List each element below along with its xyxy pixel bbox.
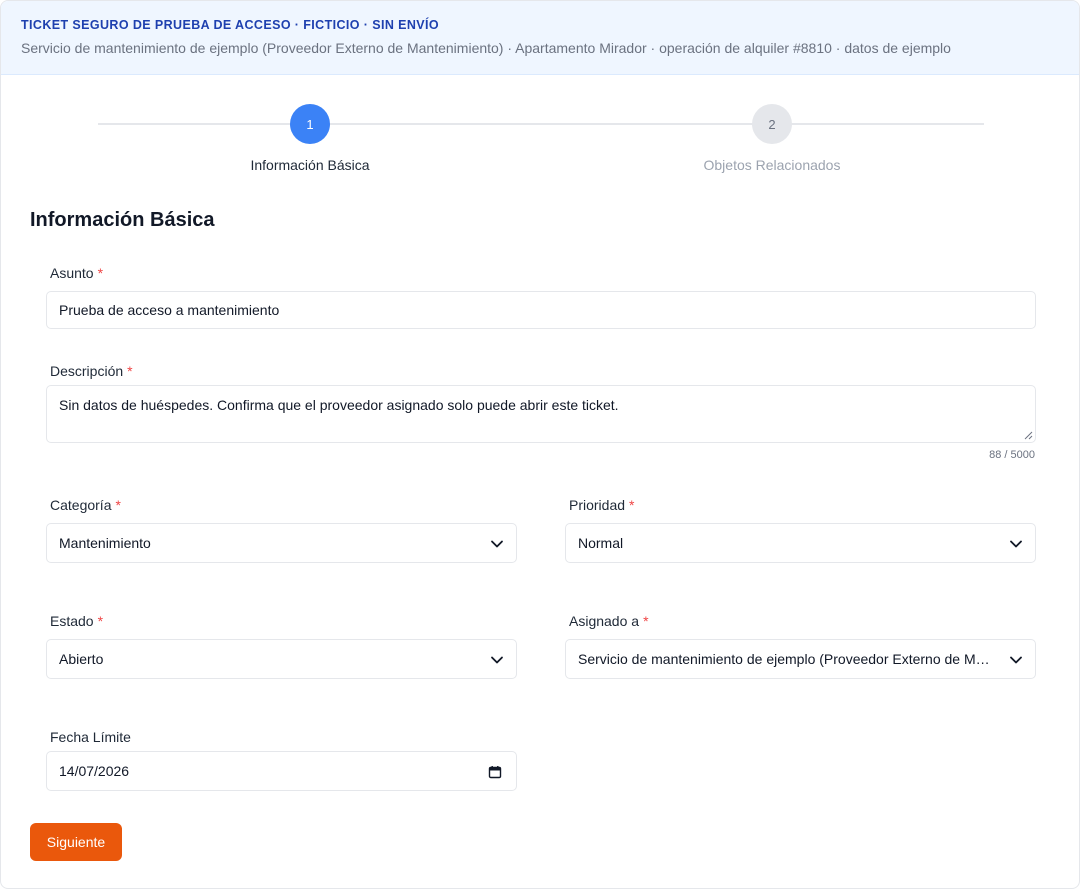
description-label-text: Descripción bbox=[50, 363, 124, 379]
chevron-down-icon bbox=[491, 540, 503, 548]
due-date-label-text: Fecha Límite bbox=[50, 729, 131, 745]
subject-label-text: Asunto bbox=[50, 265, 94, 281]
description-textarea[interactable]: Sin datos de huéspedes. Confirma que el … bbox=[46, 385, 1036, 443]
required-mark: * bbox=[629, 497, 635, 513]
subject-input[interactable]: Prueba de acceso a mantenimiento bbox=[46, 291, 1036, 329]
section-title: Información Básica bbox=[30, 209, 215, 231]
description-label: Descripción * bbox=[50, 363, 133, 379]
required-mark: * bbox=[127, 363, 133, 379]
category-value: Mantenimiento bbox=[59, 535, 151, 551]
description-char-count: 88 / 5000 bbox=[989, 449, 1035, 461]
required-mark: * bbox=[643, 613, 649, 629]
status-label-text: Estado bbox=[50, 613, 94, 629]
required-mark: * bbox=[97, 265, 104, 281]
category-label: Categoría * bbox=[50, 497, 121, 513]
due-date-input[interactable]: 14/07/2026 bbox=[46, 751, 517, 791]
step-2-label: Objetos Relacionados bbox=[703, 157, 841, 173]
subject-value: Prueba de acceso a mantenimiento bbox=[59, 302, 280, 318]
next-button[interactable]: Siguiente bbox=[30, 823, 122, 861]
subject-label: Asunto * bbox=[50, 265, 103, 281]
status-label: Estado * bbox=[50, 613, 103, 629]
priority-label: Prioridad * bbox=[569, 497, 634, 513]
due-date-value: 14/07/2026 bbox=[59, 763, 130, 779]
chevron-down-icon bbox=[491, 656, 503, 664]
category-select[interactable]: Mantenimiento bbox=[46, 523, 517, 563]
status-select[interactable]: Abierto bbox=[46, 639, 517, 679]
calendar-icon[interactable] bbox=[488, 765, 502, 779]
info-banner: TICKET SEGURO DE PRUEBA DE ACCESO · FICT… bbox=[1, 1, 1079, 75]
assigned-to-label: Asignado a * bbox=[569, 613, 649, 629]
stepper: 1 2 Información Básica Objetos Relaciona… bbox=[1, 101, 1079, 181]
step-1-indicator[interactable]: 1 bbox=[290, 104, 330, 144]
description-value: Sin datos de huéspedes. Confirma que el … bbox=[59, 397, 619, 413]
assigned-to-label-text: Asignado a bbox=[569, 613, 640, 629]
chevron-down-icon bbox=[1010, 656, 1022, 664]
status-value: Abierto bbox=[59, 651, 104, 667]
assigned-to-value: Servicio de mantenimiento de ejemplo (Pr… bbox=[578, 651, 995, 667]
stepper-line bbox=[98, 123, 984, 125]
priority-select[interactable]: Normal bbox=[565, 523, 1036, 563]
category-label-text: Categoría bbox=[50, 497, 112, 513]
priority-label-text: Prioridad bbox=[569, 497, 626, 513]
chevron-down-icon bbox=[1010, 540, 1022, 548]
step-2-indicator[interactable]: 2 bbox=[752, 104, 792, 144]
banner-title: TICKET SEGURO DE PRUEBA DE ACCESO · FICT… bbox=[21, 18, 440, 32]
priority-value: Normal bbox=[578, 535, 624, 551]
due-date-label: Fecha Límite bbox=[50, 729, 131, 745]
step-1-label: Información Básica bbox=[250, 157, 370, 173]
ticket-form-card: TICKET SEGURO DE PRUEBA DE ACCESO · FICT… bbox=[0, 0, 1080, 889]
resize-handle-icon[interactable] bbox=[1024, 431, 1033, 440]
required-mark: * bbox=[97, 613, 104, 629]
banner-subtitle: Servicio de mantenimiento de ejemplo (Pr… bbox=[21, 40, 951, 56]
required-mark: * bbox=[115, 497, 121, 513]
assigned-to-select[interactable]: Servicio de mantenimiento de ejemplo (Pr… bbox=[565, 639, 1036, 679]
